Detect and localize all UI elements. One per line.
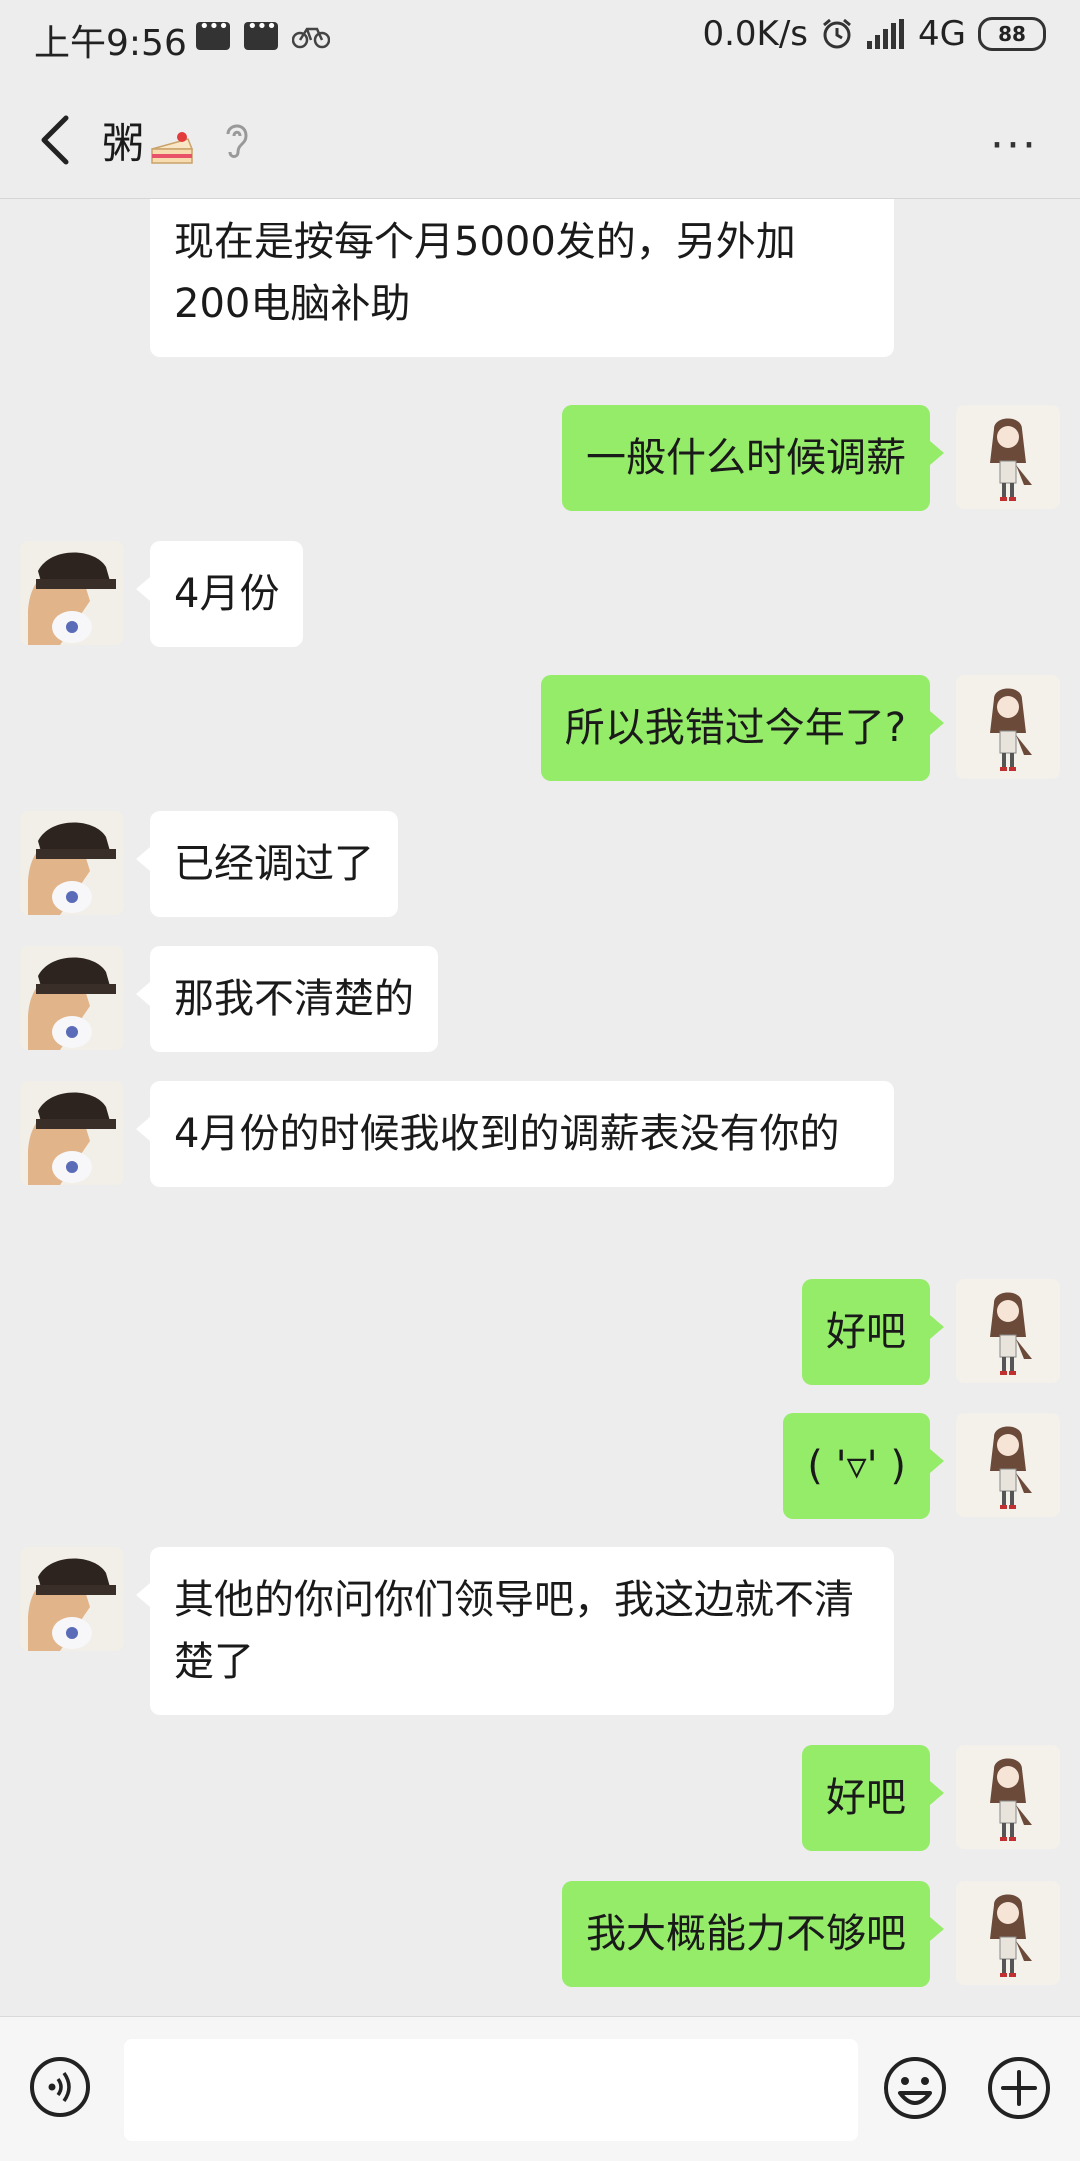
- message-bubble[interactable]: 那我不清楚的: [136, 946, 438, 1052]
- emoji-icon[interactable]: [882, 2055, 948, 2121]
- avatar-contact[interactable]: [20, 946, 124, 1050]
- message-input[interactable]: [124, 2039, 858, 2141]
- ear-icon: [226, 124, 248, 158]
- message-bubble[interactable]: 的变动表你是2019年2月28日转正，现在是按每个月5000发的，另外加200电…: [150, 199, 894, 357]
- avatar-self[interactable]: [956, 405, 1060, 509]
- chat-messages: 的变动表你是2019年2月28日转正，现在是按每个月5000发的，另外加200电…: [0, 199, 1080, 2015]
- avatar-self[interactable]: [956, 1413, 1060, 1517]
- avatar-contact[interactable]: [20, 1547, 124, 1651]
- status-bar: 上午9:56 0.0K/s 4G 88: [0, 0, 1080, 80]
- contact-name: 粥: [102, 119, 145, 168]
- chat-header: 粥 ···: [0, 80, 1080, 199]
- avatar-self[interactable]: [956, 1745, 1060, 1849]
- cake-icon: [151, 131, 194, 164]
- avatar-self[interactable]: [956, 1881, 1060, 1985]
- input-bar: [0, 2016, 1080, 2161]
- chat-title: 粥: [102, 110, 196, 171]
- message-bubble[interactable]: 我大概能力不够吧: [562, 1881, 944, 1987]
- message-bubble[interactable]: 其他的你问你们领导吧，我这边就不清楚了: [136, 1547, 894, 1715]
- avatar-self[interactable]: [956, 1279, 1060, 1383]
- signal-icon: [867, 19, 905, 49]
- net-speed: 0.0K/s: [702, 14, 809, 54]
- more-icon[interactable]: ···: [990, 120, 1038, 171]
- message-bubble[interactable]: 一般什么时候调薪: [562, 405, 944, 511]
- avatar-self[interactable]: [956, 675, 1060, 779]
- avatar-contact[interactable]: [20, 541, 124, 645]
- message-bubble[interactable]: 所以我错过今年了?: [540, 675, 945, 781]
- message-bubble[interactable]: 4月份的时候我收到的调薪表没有你的: [136, 1081, 894, 1187]
- alarm-icon: [823, 18, 851, 49]
- message-bubble[interactable]: 4月份: [135, 541, 304, 647]
- bike-icon: [292, 27, 330, 49]
- avatar-contact[interactable]: [20, 1081, 124, 1185]
- message-bubble[interactable]: 好吧: [802, 1745, 944, 1851]
- message-bubble[interactable]: ( '▿' ): [783, 1413, 944, 1519]
- chat-notification-icon: [244, 16, 278, 50]
- avatar-contact[interactable]: [20, 811, 124, 915]
- voice-icon[interactable]: [28, 2055, 92, 2119]
- status-time: 上午9:56: [34, 23, 187, 64]
- message-bubble[interactable]: 好吧: [802, 1279, 944, 1385]
- plus-icon[interactable]: [986, 2055, 1052, 2121]
- message-bubble[interactable]: 已经调过了: [136, 811, 398, 917]
- network-type: 4G: [918, 14, 966, 54]
- back-icon[interactable]: [32, 110, 82, 170]
- chat-notification-icon: [196, 16, 230, 50]
- battery-indicator: 88: [978, 17, 1046, 51]
